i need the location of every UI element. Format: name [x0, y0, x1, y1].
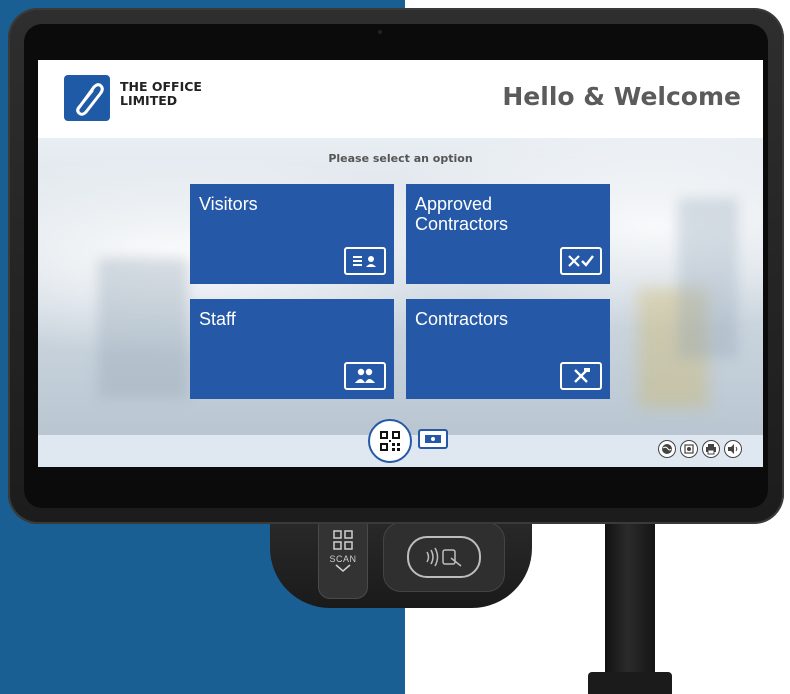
header: THE OFFICE LIMITED Hello & Welcome — [38, 60, 763, 138]
tile-label: Contractors — [415, 309, 509, 329]
volume-icon — [728, 444, 738, 454]
qr-scanner[interactable]: SCAN — [318, 515, 368, 599]
stand-collar — [588, 672, 672, 694]
select-prompt: Please select an option — [328, 152, 473, 165]
paperclip-icon — [76, 83, 104, 116]
qr-code-button[interactable] — [368, 419, 412, 463]
print-icon — [706, 444, 716, 455]
tile-label: Staff — [199, 309, 236, 329]
camera-dot — [378, 30, 382, 34]
qr-scan-icon — [333, 530, 353, 550]
tile-label: Approved Contractors — [415, 194, 509, 234]
globe-icon — [662, 444, 672, 454]
id-scan-button[interactable] — [418, 429, 448, 449]
tools-check-icon — [560, 247, 602, 275]
language-button[interactable] — [658, 440, 676, 458]
brand-line1: THE OFFICE — [120, 79, 202, 94]
contactless-icon — [426, 547, 462, 567]
tools-icon — [560, 362, 602, 390]
id-card-icon — [344, 247, 386, 275]
print-button[interactable] — [702, 440, 720, 458]
tile-visitors[interactable]: Visitors — [190, 184, 394, 284]
brand-line2: LIMITED — [120, 93, 178, 108]
kiosk-screen: THE OFFICE LIMITED Hello & Welcome Pleas… — [38, 60, 763, 467]
id-card-icon — [425, 435, 441, 443]
brand-name: THE OFFICE LIMITED — [120, 80, 202, 108]
tile-label: Visitors — [199, 194, 258, 214]
nfc-reader[interactable] — [383, 522, 505, 592]
welcome-title: Hello & Welcome — [502, 82, 741, 111]
qr-code-icon — [380, 431, 400, 451]
tile-staff[interactable]: Staff — [190, 299, 394, 399]
group-icon — [344, 362, 386, 390]
main-area: Please select an option Visitors Approve… — [38, 138, 763, 435]
logo — [64, 75, 110, 121]
tile-contractors[interactable]: Contractors — [406, 299, 610, 399]
scan-label: SCAN — [329, 554, 357, 564]
stand-pole — [605, 500, 655, 694]
volume-button[interactable] — [724, 440, 742, 458]
chevron-down-icon — [335, 564, 351, 572]
tile-approved-contractors[interactable]: Approved Contractors — [406, 184, 610, 284]
footer-bar — [38, 419, 763, 467]
accessibility-button[interactable] — [680, 440, 698, 458]
accessibility-icon — [684, 444, 694, 454]
